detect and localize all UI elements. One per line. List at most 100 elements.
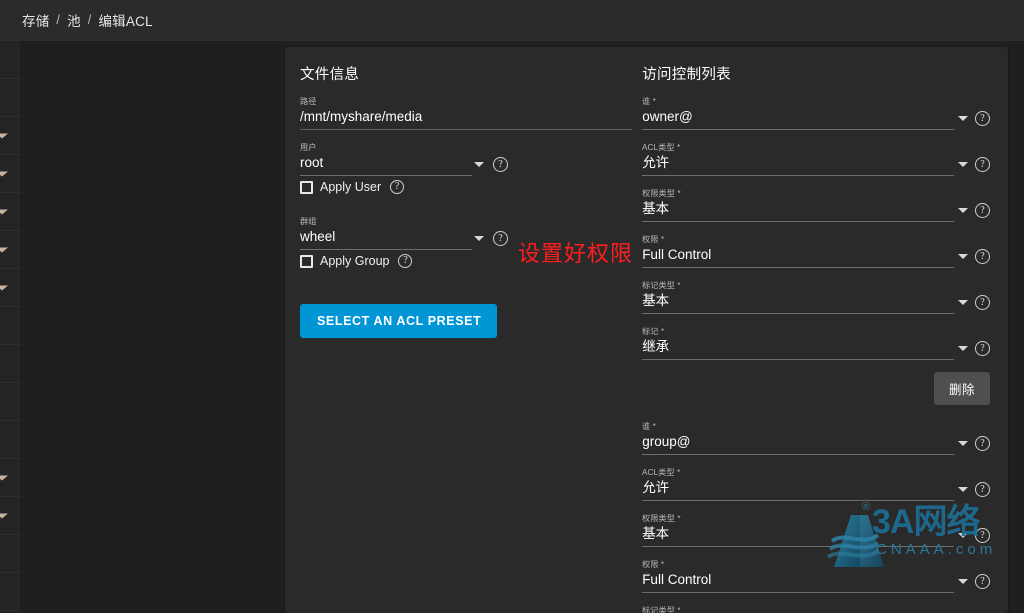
field-path: 路径 /mnt/myshare/media [300,96,633,130]
field-acl-type-value[interactable]: 允许 [642,153,954,176]
sidebar[interactable] [0,41,22,613]
chevron-down-icon[interactable] [958,441,968,446]
field-who-value[interactable]: owner@ [642,107,954,130]
sidebar-item[interactable] [0,231,21,269]
field-who-value[interactable]: group@ [642,432,954,455]
chevron-down-icon[interactable] [958,300,968,305]
select-acl-preset-button[interactable]: SELECT AN ACL PRESET [300,304,498,338]
chevron-icon [0,171,8,176]
sidebar-item[interactable] [0,573,21,611]
chevron-down-icon[interactable] [958,162,968,167]
chevron-icon [0,209,8,214]
sidebar-item[interactable] [0,79,21,117]
chevron-down-icon[interactable] [958,254,968,259]
chevron-down-icon[interactable] [474,236,484,241]
field-acl-type-label: ACL类型 * [642,142,681,152]
breadcrumb-item-pool[interactable]: 池 [67,10,81,30]
help-circle-icon[interactable]: ? [390,180,405,194]
field-path-label: 路径 [300,96,317,106]
chevron-down-icon[interactable] [958,533,968,538]
sidebar-item[interactable] [0,41,21,79]
field-acl-type[interactable]: ACL类型 * 允许 ? [642,467,990,501]
chevron-icon [0,133,8,138]
chevron-down-icon[interactable] [958,116,968,121]
help-circle-icon[interactable]: ? [975,528,990,543]
sidebar-item[interactable] [0,383,21,421]
field-user-value[interactable]: root [300,153,472,176]
field-permission-type[interactable]: 权限类型 * 基本 ? [642,188,990,222]
chevron-down-icon[interactable] [958,346,968,351]
field-permissions[interactable]: 权限 * Full Control ? [642,234,990,268]
field-who[interactable]: 谁 * group@ ? [642,421,990,455]
help-circle-icon[interactable]: ? [975,157,990,172]
help-circle-icon[interactable]: ? [975,482,990,497]
field-permission-type-value[interactable]: 基本 [642,199,954,222]
field-flags[interactable]: 标记 * 继承 ? [642,326,990,360]
top-bar: 存储 / 池 / 编辑ACL [0,0,1024,41]
main-content: 文件信息 路径 /mnt/myshare/media 用户 root ? App… [285,41,1024,613]
field-group[interactable]: 群组 wheel ? [300,216,632,250]
field-who-label: 谁 * [642,96,657,106]
chevron-down-icon[interactable] [958,487,968,492]
delete-acl-entry-button[interactable]: 删除 [933,372,990,405]
field-permission-type-value[interactable]: 基本 [642,524,954,547]
chevron-down-icon[interactable] [958,208,968,213]
sidebar-item[interactable] [0,193,21,231]
field-flags-label: 标记 * [642,326,665,336]
breadcrumb: 存储 / 池 / 编辑ACL [22,10,153,30]
field-who[interactable]: 谁 * owner@ ? [642,96,990,130]
field-flag-type-value[interactable]: 基本 [642,291,954,314]
help-circle-icon[interactable]: ? [493,157,508,172]
help-circle-icon[interactable]: ? [398,254,413,268]
help-circle-icon[interactable]: ? [975,203,990,218]
help-circle-icon[interactable]: ? [975,436,990,451]
field-flag-type[interactable]: 标记类型 * 基本 ? [642,605,990,613]
field-user[interactable]: 用户 root ? [300,142,632,176]
edit-acl-card: 文件信息 路径 /mnt/myshare/media 用户 root ? App… [285,47,1008,613]
field-permission-type[interactable]: 权限类型 * 基本 ? [642,513,990,547]
field-acl-type[interactable]: ACL类型 * 允许 ? [642,142,990,176]
help-circle-icon[interactable]: ? [975,249,990,264]
apply-group-checkbox[interactable] [300,254,313,268]
chevron-down-icon[interactable] [958,579,968,584]
field-flag-type[interactable]: 标记类型 * 基本 ? [642,280,990,314]
sidebar-item[interactable] [0,497,21,535]
sidebar-item[interactable] [0,307,21,345]
breadcrumb-separator: / [56,13,61,27]
breadcrumb-item-storage[interactable]: 存储 [22,10,49,30]
field-permission-type-label: 权限类型 * [642,513,681,523]
field-permissions-value[interactable]: Full Control [642,245,954,268]
breadcrumb-separator: / [87,13,92,27]
sidebar-item[interactable] [0,117,21,155]
acl-entry: 谁 * group@ ? ACL类型 * 允许 ? 权限类型 * 基本 ? 权限… [642,421,990,613]
help-circle-icon[interactable]: ? [975,341,990,356]
field-permission-type-label: 权限类型 * [642,188,681,198]
sidebar-item[interactable] [0,459,21,497]
field-flags-value[interactable]: 继承 [642,337,954,360]
apply-user-label: Apply User [320,180,382,194]
content-gutter [22,41,285,613]
chevron-down-icon[interactable] [474,162,484,167]
help-circle-icon[interactable]: ? [975,574,990,589]
help-circle-icon[interactable]: ? [975,111,990,126]
chevron-icon [0,247,8,252]
field-permissions-value[interactable]: Full Control [642,570,954,593]
apply-user-row[interactable]: Apply User ? [300,180,632,194]
field-group-value[interactable]: wheel [300,227,472,250]
field-user-label: 用户 [300,142,317,152]
field-permissions[interactable]: 权限 * Full Control ? [642,559,990,593]
sidebar-item[interactable] [0,345,21,383]
acl-title: 访问控制列表 [642,67,731,83]
field-acl-type-value[interactable]: 允许 [642,478,954,501]
apply-user-checkbox[interactable] [300,180,313,194]
sidebar-item[interactable] [0,155,21,193]
acl-panel: 访问控制列表 谁 * owner@ ? ACL类型 * 允许 ? 权限类型 * … [642,61,990,613]
help-circle-icon[interactable]: ? [493,231,508,246]
sidebar-item[interactable] [0,269,21,307]
help-circle-icon[interactable]: ? [975,295,990,310]
sidebar-item[interactable] [0,535,21,573]
apply-group-row[interactable]: Apply Group ? [300,254,632,268]
sidebar-item[interactable] [0,421,21,459]
apply-group-label: Apply Group [320,254,390,268]
file-information-panel: 文件信息 路径 /mnt/myshare/media 用户 root ? App… [300,61,642,613]
